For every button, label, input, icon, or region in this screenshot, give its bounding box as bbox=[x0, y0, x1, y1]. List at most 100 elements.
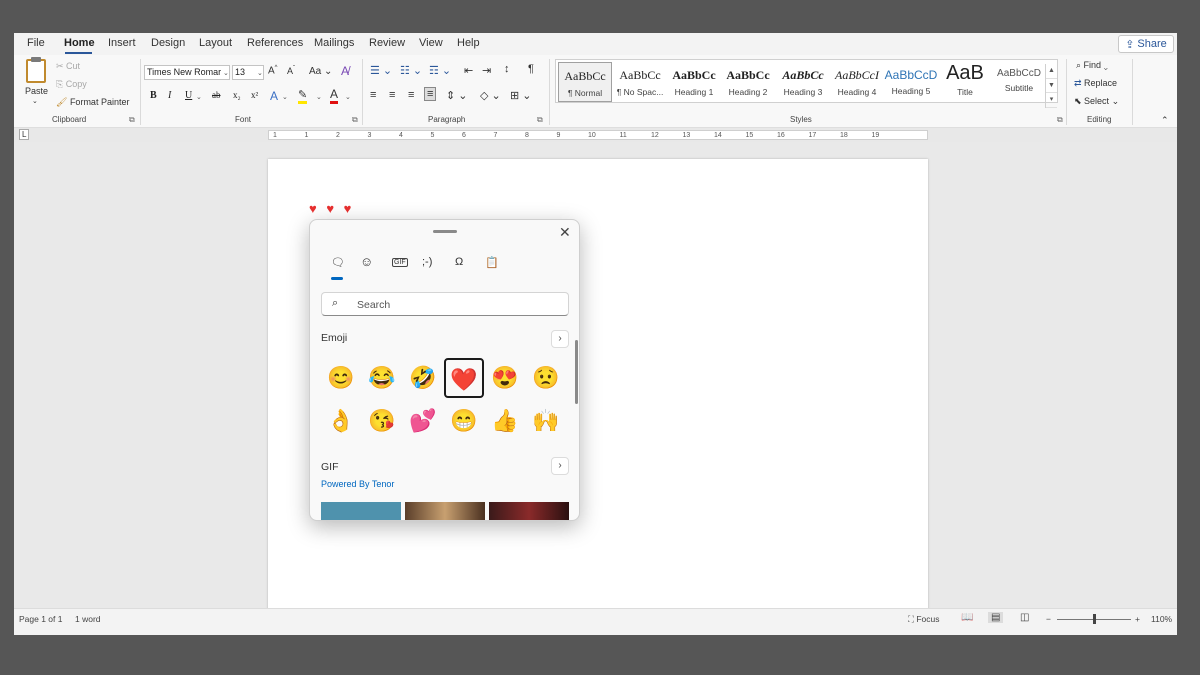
close-icon[interactable]: ✕ bbox=[559, 224, 571, 241]
menu-file[interactable]: File bbox=[27, 37, 45, 49]
chevron-down-icon[interactable]: ⌄ bbox=[257, 69, 263, 77]
menu-home[interactable]: Home bbox=[64, 37, 95, 49]
zoom-out-button[interactable]: − bbox=[1046, 614, 1051, 624]
emoji-item[interactable]: 😘 bbox=[362, 401, 402, 441]
highlight-icon[interactable]: ✎ bbox=[298, 88, 308, 104]
superscript-button[interactable]: x² bbox=[251, 90, 258, 100]
paste-button[interactable] bbox=[24, 57, 50, 89]
document-text[interactable]: ♥ ♥ ♥ bbox=[309, 201, 354, 216]
symbols-tab-icon[interactable]: Ω bbox=[455, 256, 463, 268]
cut-button[interactable]: ✂ Cut bbox=[56, 61, 80, 72]
style-subtitle[interactable]: AaBbCcD Subtitle bbox=[992, 62, 1046, 102]
scroll-up-icon[interactable]: ▲ bbox=[1046, 64, 1057, 79]
menu-review[interactable]: Review bbox=[369, 37, 405, 49]
share-button[interactable]: ⇪ Share bbox=[1118, 35, 1174, 53]
dialog-launcher-icon[interactable]: ⧉ bbox=[129, 115, 135, 125]
emoji-item[interactable]: 💕 bbox=[403, 401, 443, 441]
styles-scroll[interactable]: ▲ ▼ ▾ bbox=[1045, 64, 1057, 108]
increase-indent-icon[interactable]: ⇥ bbox=[482, 64, 491, 77]
borders-icon[interactable]: ⊞ ⌄ bbox=[510, 89, 532, 102]
multilevel-list-icon[interactable]: ☶ ⌄ bbox=[429, 64, 451, 77]
line-spacing-icon[interactable]: ⇕ ⌄ bbox=[446, 89, 468, 102]
align-left-icon[interactable]: ≡ bbox=[370, 89, 376, 101]
align-right-icon[interactable]: ≡ bbox=[408, 89, 414, 101]
more-styles-icon[interactable]: ▾ bbox=[1046, 93, 1057, 108]
find-button[interactable]: ⌕ Find ⌄ bbox=[1076, 60, 1108, 71]
emoji-item[interactable]: 😊 bbox=[321, 358, 361, 398]
style-heading-5[interactable]: AaBbCcD Heading 5 bbox=[884, 62, 938, 102]
focus-button[interactable]: ⛶ Focus bbox=[908, 614, 939, 625]
sort-icon[interactable]: ↕ bbox=[504, 63, 510, 75]
underline-button[interactable]: U bbox=[185, 90, 192, 101]
menu-help[interactable]: Help bbox=[457, 37, 480, 49]
chevron-down-icon[interactable]: ⌄ bbox=[32, 97, 38, 105]
emoji-item[interactable]: 😍 bbox=[485, 358, 525, 398]
menu-layout[interactable]: Layout bbox=[199, 37, 232, 49]
zoom-thumb[interactable] bbox=[1093, 614, 1096, 624]
zoom-level[interactable]: 110% bbox=[1151, 614, 1172, 624]
gif-section-expand[interactable]: › bbox=[551, 457, 569, 475]
kaomoji-tab-icon[interactable]: ;-) bbox=[422, 256, 432, 268]
chevron-down-icon[interactable]: ⌄ bbox=[316, 93, 322, 101]
menu-design[interactable]: Design bbox=[151, 37, 185, 49]
gif-thumbnail[interactable] bbox=[321, 502, 401, 520]
font-color-icon[interactable]: A bbox=[330, 87, 339, 104]
horizontal-ruler[interactable]: 1 1 2 3 4 5 6 7 8 9 10 11 12 13 14 15 16 17 18 19 bbox=[268, 130, 928, 140]
clear-formatting-icon[interactable]: A̸ bbox=[341, 64, 349, 78]
style-title[interactable]: AaB Title bbox=[938, 62, 992, 102]
bold-button[interactable]: B bbox=[150, 90, 157, 101]
web-layout-icon[interactable]: ◫ bbox=[1020, 612, 1029, 623]
chevron-down-icon[interactable]: ⌄ bbox=[196, 93, 202, 101]
subscript-button[interactable]: x₂ bbox=[233, 90, 241, 100]
print-layout-icon[interactable]: ▤ bbox=[988, 612, 1004, 623]
zoom-in-button[interactable]: + bbox=[1135, 614, 1140, 624]
emoji-item[interactable]: 😟 bbox=[526, 358, 566, 398]
menu-references[interactable]: References bbox=[247, 37, 303, 49]
style-heading-2[interactable]: AaBbCc Heading 2 bbox=[721, 62, 775, 102]
style-heading-4[interactable]: AaBbCcI Heading 4 bbox=[830, 62, 884, 102]
format-painter-button[interactable]: 🖌 Format Painter bbox=[56, 97, 129, 108]
emoji-item[interactable]: 😂 bbox=[362, 358, 402, 398]
dialog-launcher-icon[interactable]: ⧉ bbox=[352, 115, 358, 125]
scroll-down-icon[interactable]: ▼ bbox=[1046, 79, 1057, 94]
clipboard-tab-icon[interactable]: 📋 bbox=[485, 256, 499, 269]
copy-button[interactable]: ⎘ Copy bbox=[56, 79, 87, 90]
emoji-section-expand[interactable]: › bbox=[551, 330, 569, 348]
style-heading-3[interactable]: AaBbCc Heading 3 bbox=[776, 62, 830, 102]
read-mode-icon[interactable]: 📖 bbox=[961, 612, 973, 623]
show-marks-button[interactable]: ¶ bbox=[528, 63, 534, 75]
strikethrough-button[interactable]: ab bbox=[212, 90, 221, 100]
emoji-item[interactable]: 🙌 bbox=[526, 401, 566, 441]
dialog-launcher-icon[interactable]: ⧉ bbox=[1057, 115, 1063, 125]
dialog-launcher-icon[interactable]: ⧉ bbox=[537, 115, 543, 125]
gif-thumbnail[interactable] bbox=[489, 502, 569, 520]
chevron-down-icon[interactable]: ⌄ bbox=[223, 69, 229, 77]
select-button[interactable]: ⬉ Select ⌄ bbox=[1074, 96, 1119, 107]
heart-emoji-tab-icon[interactable]: 🗨 bbox=[331, 256, 345, 269]
smiley-tab-icon[interactable]: ☺ bbox=[360, 254, 373, 269]
style-heading-1[interactable]: AaBbCc Heading 1 bbox=[667, 62, 721, 102]
style-normal[interactable]: AaBbCc ¶ Normal bbox=[558, 62, 612, 102]
italic-button[interactable]: I bbox=[168, 90, 171, 101]
emoji-item[interactable]: ❤️ bbox=[444, 358, 484, 398]
powered-by-tenor-link[interactable]: Powered By Tenor bbox=[321, 479, 394, 489]
text-effects-icon[interactable]: A bbox=[270, 89, 278, 103]
drag-handle[interactable] bbox=[433, 230, 457, 233]
shrink-font-button[interactable]: Aˇ bbox=[287, 66, 295, 76]
align-center-icon[interactable]: ≡ bbox=[389, 89, 395, 101]
search-input[interactable]: ⌕ Search bbox=[321, 292, 569, 316]
chevron-down-icon[interactable]: ⌄ bbox=[282, 93, 288, 101]
shading-icon[interactable]: ◇ ⌄ bbox=[480, 89, 501, 102]
gif-tab-icon[interactable]: GIF bbox=[392, 258, 408, 267]
gif-thumbnail[interactable] bbox=[405, 502, 485, 520]
decrease-indent-icon[interactable]: ⇤ bbox=[464, 64, 473, 77]
menu-insert[interactable]: Insert bbox=[108, 37, 136, 49]
collapse-ribbon-icon[interactable]: ⌃ bbox=[1161, 115, 1169, 126]
word-count[interactable]: 1 word bbox=[75, 614, 101, 624]
emoji-item[interactable]: 😁 bbox=[444, 401, 484, 441]
menu-view[interactable]: View bbox=[419, 37, 443, 49]
bullets-icon[interactable]: ☰ ⌄ bbox=[370, 64, 392, 77]
chevron-down-icon[interactable]: ⌄ bbox=[345, 93, 351, 101]
replace-button[interactable]: ⇄ Replace bbox=[1074, 78, 1117, 89]
style-no-spacing[interactable]: AaBbCc ¶ No Spac... bbox=[613, 62, 667, 102]
